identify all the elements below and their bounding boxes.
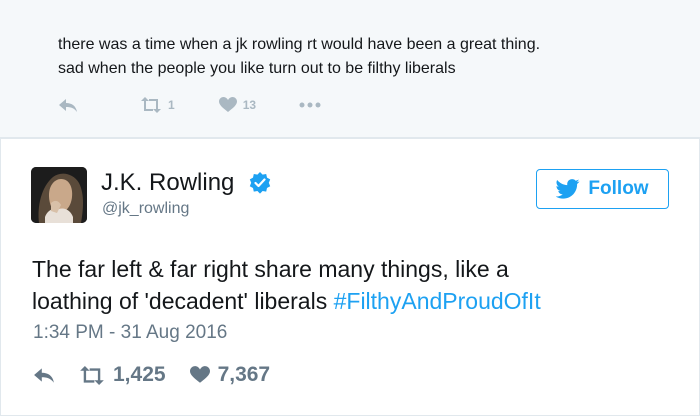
tweet-text-line-2: loathing of 'decadent' liberals #FilthyA… xyxy=(32,285,672,317)
reply-icon xyxy=(59,99,77,112)
heart-icon xyxy=(189,366,210,383)
retweet-button[interactable]: 1 xyxy=(140,97,175,113)
tweet-text-line-2-body: loathing of 'decadent' liberals xyxy=(32,288,334,314)
reply-actions-bar: 1 13 xyxy=(58,94,321,116)
like-button[interactable]: 13 xyxy=(218,97,257,113)
retweet-icon xyxy=(80,365,104,385)
tweet-actions-bar: 1,425 7,367 xyxy=(33,362,270,388)
user-display-name[interactable]: J.K. Rowling xyxy=(101,169,234,197)
main-tweet-card: J.K. Rowling @jk_rowling Follow The far … xyxy=(0,138,700,416)
reply-button[interactable] xyxy=(58,97,78,113)
main-retweet-count: 1,425 xyxy=(113,363,166,386)
tweet-text: The far left & far right share many thin… xyxy=(32,253,672,317)
main-like-count: 7,367 xyxy=(217,363,271,386)
main-like-button[interactable]: 7,367 xyxy=(189,363,271,387)
main-retweet-button[interactable]: 1,425 xyxy=(79,363,166,387)
reply-like-count: 13 xyxy=(242,98,257,112)
heart-icon xyxy=(218,97,237,112)
reply-icon xyxy=(34,368,54,383)
reply-text-line-2: sad when the people you like turn out to… xyxy=(58,60,456,77)
avatar[interactable] xyxy=(31,167,87,223)
tweet-timestamp[interactable]: 1:34 PM - 31 Aug 2016 xyxy=(33,321,227,345)
hashtag-link[interactable]: #FilthyAndProudOfIt xyxy=(334,288,541,314)
reply-tweet-text: there was a time when a jk rowling rt wo… xyxy=(58,33,678,81)
more-icon xyxy=(299,102,321,108)
tweet-text-line-1: The far left & far right share many thin… xyxy=(32,256,509,282)
verified-icon xyxy=(249,172,271,194)
reply-retweet-count: 1 xyxy=(168,98,175,112)
follow-button-label: Follow xyxy=(588,178,649,199)
user-handle[interactable]: @jk_rowling xyxy=(102,199,189,219)
more-button[interactable] xyxy=(299,102,321,108)
reply-text-line-1: there was a time when a jk rowling rt wo… xyxy=(58,36,541,53)
retweet-icon xyxy=(141,97,161,113)
reply-tweet-card: there was a time when a jk rowling rt wo… xyxy=(0,0,700,138)
main-reply-button[interactable] xyxy=(33,366,55,384)
follow-button[interactable]: Follow xyxy=(536,169,669,209)
twitter-bird-icon xyxy=(556,179,580,199)
